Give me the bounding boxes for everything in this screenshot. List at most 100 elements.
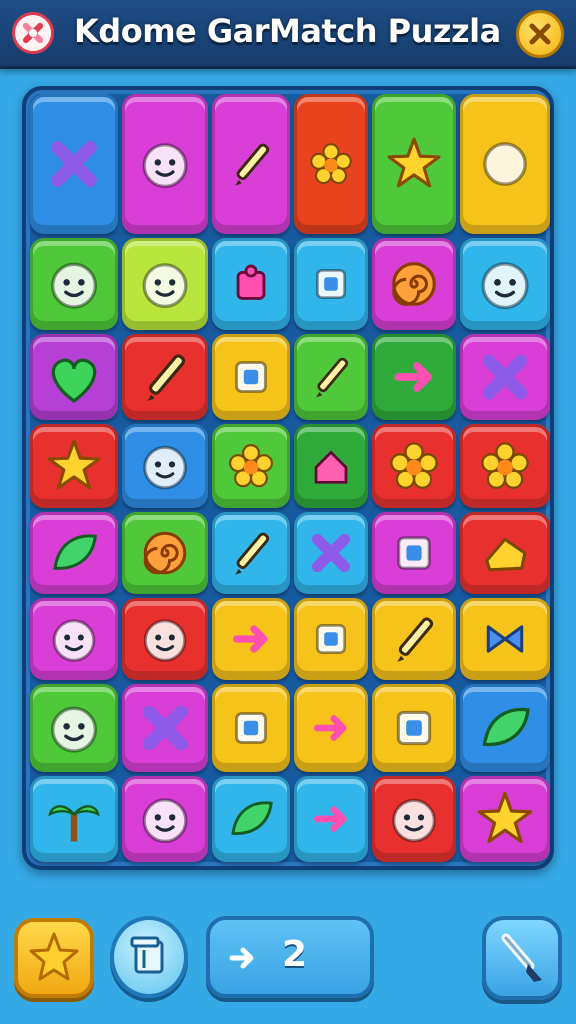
palm-tree-icon: [48, 805, 100, 842]
tile-r2-c4[interactable]: [294, 238, 368, 330]
music-note-icon: [394, 362, 432, 392]
splash-icon: [390, 442, 438, 490]
smiling-square-icon: [235, 361, 267, 393]
tile-r6-c5[interactable]: [372, 598, 456, 680]
tile-r6-c2[interactable]: [122, 598, 208, 680]
tile-r7-c3[interactable]: [212, 684, 290, 772]
tile-r1-c5[interactable]: [372, 94, 456, 234]
close-x-icon: [529, 23, 551, 45]
tile-r2-c3[interactable]: [212, 238, 290, 330]
tile-r8-c1[interactable]: [30, 776, 118, 862]
cheese-icon: [485, 537, 527, 572]
tile-r8-c4[interactable]: [294, 776, 368, 862]
cloud-and-star-icon: [387, 137, 441, 188]
note-card-icon: [316, 624, 346, 654]
tile-r4-c6[interactable]: [460, 424, 550, 508]
tile-r4-c5[interactable]: [372, 424, 456, 508]
smiling-ball-icon: [143, 445, 187, 490]
brush-icon: [501, 933, 542, 982]
blob-star-icon: [47, 439, 101, 490]
pencil-and-guitar-icon: [235, 143, 270, 186]
flower-icon: [229, 444, 273, 488]
tile-r2-c5[interactable]: [372, 238, 456, 330]
card-button[interactable]: [110, 916, 188, 998]
puzzle-piece-icon: [236, 264, 266, 300]
tile-r6-c1[interactable]: [30, 598, 118, 680]
leaf-icon: [231, 801, 273, 835]
cross-icon: [482, 354, 528, 400]
camera-icon: [235, 712, 267, 744]
smiling-flower-icon: [481, 442, 529, 490]
tile-r7-c6[interactable]: [460, 684, 550, 772]
tile-r7-c5[interactable]: [372, 684, 456, 772]
tile-r8-c6[interactable]: [460, 776, 550, 862]
bear-face-icon: [52, 619, 96, 662]
bow-tie-icon: [486, 625, 524, 653]
blob-icon: [392, 798, 436, 843]
tile-r1-c4[interactable]: [294, 94, 368, 234]
cross-icon: [311, 533, 351, 573]
brush-button[interactable]: [482, 916, 562, 1000]
tile-r3-c6[interactable]: [460, 334, 550, 420]
tile-r1-c1[interactable]: [30, 94, 118, 234]
checkbox-icon: [396, 710, 432, 746]
star-icon: [29, 932, 79, 981]
cheese-and-bear-face-icon: [142, 143, 188, 188]
tile-r8-c2[interactable]: [122, 776, 208, 862]
close-button[interactable]: [516, 10, 564, 58]
leaf-icon: [482, 707, 530, 747]
critter-face-icon: [142, 798, 188, 843]
plus-arrow-icon: [229, 947, 254, 969]
tile-r3-c4[interactable]: [294, 334, 368, 420]
blob-with-hat-icon: [142, 263, 188, 308]
bottle-icon: [316, 269, 346, 299]
puzzle-board: [22, 86, 554, 870]
hook-icon: [314, 715, 347, 741]
tile-r8-c5[interactable]: [372, 776, 456, 862]
tile-r5-c1[interactable]: [30, 512, 118, 594]
star-flower-icon: [477, 791, 533, 843]
tile-r5-c4[interactable]: [294, 512, 368, 594]
counter-value: 2: [282, 934, 308, 975]
move-counter: 2: [206, 916, 374, 998]
tile-r5-c5[interactable]: [372, 512, 456, 594]
tile-r4-c1[interactable]: [30, 424, 118, 508]
tile-r3-c1[interactable]: [30, 334, 118, 420]
tile-r6-c3[interactable]: [212, 598, 290, 680]
tile-r4-c4[interactable]: [294, 424, 368, 508]
game-title: Kdome GarMatch Puzzla: [74, 12, 501, 50]
spiral-icon: [143, 531, 187, 575]
tile-r8-c3[interactable]: [212, 776, 290, 862]
tile-r4-c2[interactable]: [122, 424, 208, 508]
tile-r7-c4[interactable]: [294, 684, 368, 772]
tile-r7-c2[interactable]: [122, 684, 208, 772]
tile-r2-c6[interactable]: [460, 238, 550, 330]
swirl-and-bandage-icon: [483, 142, 527, 186]
leaf-icon: [53, 534, 97, 570]
letter-cube-icon: [397, 536, 431, 570]
tile-r2-c2[interactable]: [122, 238, 208, 330]
tile-r1-c6[interactable]: [460, 94, 550, 234]
tile-r4-c3[interactable]: [212, 424, 290, 508]
tile-r1-c3[interactable]: [212, 94, 290, 234]
tile-r5-c3[interactable]: [212, 512, 290, 594]
card-icon: [130, 936, 164, 974]
cross-icon: [142, 705, 188, 751]
tile-r3-c2[interactable]: [122, 334, 208, 420]
tile-r3-c5[interactable]: [372, 334, 456, 420]
star-button[interactable]: [14, 918, 94, 998]
house-icon: [314, 450, 348, 484]
tile-r5-c6[interactable]: [460, 512, 550, 594]
tile-r6-c6[interactable]: [460, 598, 550, 680]
tile-r7-c1[interactable]: [30, 684, 118, 772]
gear-and-tower-icon: [310, 143, 352, 185]
lion-face-icon: [481, 262, 529, 310]
slime-face-icon: [51, 706, 97, 753]
tile-r5-c2[interactable]: [122, 512, 208, 594]
tile-r1-c2[interactable]: [122, 94, 208, 234]
tube-icon: [147, 354, 186, 401]
arrow-icon: [314, 806, 347, 832]
tile-r3-c3[interactable]: [212, 334, 290, 420]
tile-r6-c4[interactable]: [294, 598, 368, 680]
tile-r2-c1[interactable]: [30, 238, 118, 330]
